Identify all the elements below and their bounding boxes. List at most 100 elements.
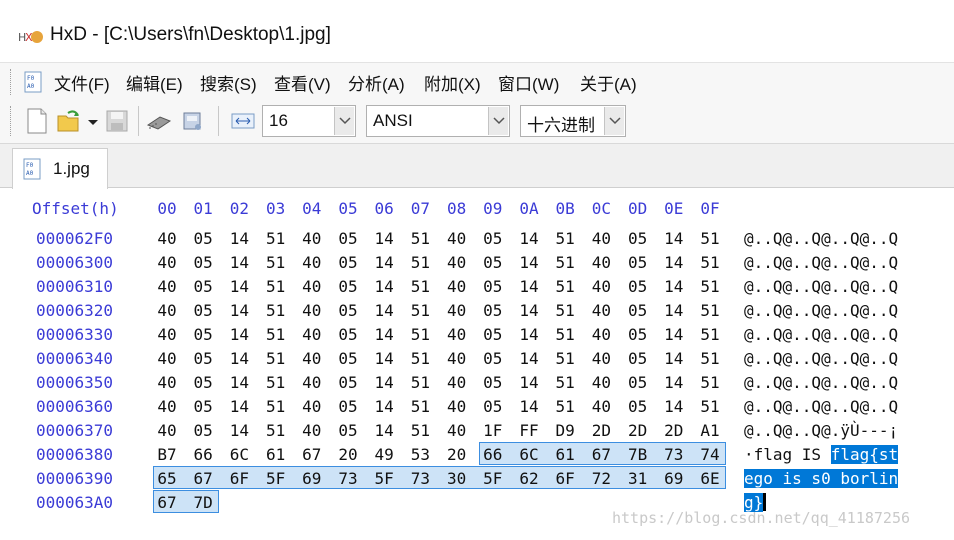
hex-byte[interactable]: 73 — [658, 445, 690, 464]
hex-byte[interactable]: 51 — [549, 301, 581, 320]
ascii-text[interactable]: @..Q@..Q@..Q@..Q — [744, 325, 898, 344]
hex-byte[interactable]: 40 — [151, 373, 183, 392]
chevron-down-icon[interactable] — [604, 107, 624, 135]
hex-byte[interactable]: 2D — [585, 421, 617, 440]
hex-byte[interactable]: 14 — [513, 325, 545, 344]
hex-byte[interactable]: 14 — [223, 253, 255, 272]
hex-byte[interactable]: 05 — [622, 253, 654, 272]
menu-edit[interactable]: 编辑(E) — [126, 70, 183, 95]
hex-byte[interactable]: 14 — [223, 325, 255, 344]
hex-byte[interactable]: 67 — [585, 445, 617, 464]
ascii-text[interactable]: @..Q@..Q@..Q@..Q — [744, 397, 898, 416]
hex-byte[interactable]: 61 — [260, 445, 292, 464]
hex-byte[interactable]: 40 — [296, 349, 328, 368]
hex-byte[interactable]: 40 — [585, 253, 617, 272]
hex-byte[interactable]: 40 — [585, 229, 617, 248]
hex-byte[interactable]: 6C — [223, 445, 255, 464]
hex-byte[interactable]: 14 — [368, 373, 400, 392]
hex-byte[interactable]: 14 — [368, 397, 400, 416]
hex-byte[interactable]: 05 — [187, 373, 219, 392]
ascii-text[interactable]: @..Q@..Q@..Q@..Q — [744, 253, 898, 272]
hex-byte[interactable]: 40 — [151, 253, 183, 272]
hex-byte[interactable]: 51 — [404, 349, 436, 368]
hex-byte[interactable]: 14 — [513, 229, 545, 248]
hex-byte[interactable]: 05 — [332, 349, 364, 368]
hex-byte[interactable]: 05 — [187, 325, 219, 344]
hex-byte[interactable]: 40 — [585, 397, 617, 416]
hex-editor[interactable]: Offset(h) https://blog.csdn.net/qq_41187… — [0, 189, 954, 540]
hex-byte[interactable]: 6E — [694, 469, 726, 488]
hex-byte[interactable]: 66 — [187, 445, 219, 464]
hex-byte[interactable]: 51 — [694, 253, 726, 272]
hex-byte[interactable]: 20 — [332, 445, 364, 464]
hex-byte[interactable]: 05 — [187, 397, 219, 416]
hex-byte[interactable]: 1F — [477, 421, 509, 440]
hex-byte[interactable]: 14 — [658, 253, 690, 272]
hex-byte[interactable]: 40 — [151, 229, 183, 248]
hex-byte[interactable]: 14 — [513, 253, 545, 272]
hex-byte[interactable]: 05 — [622, 325, 654, 344]
hex-byte[interactable]: 51 — [260, 325, 292, 344]
hex-byte[interactable]: 51 — [260, 421, 292, 440]
chevron-down-icon[interactable] — [488, 107, 508, 135]
hex-byte[interactable]: 14 — [223, 421, 255, 440]
hex-byte[interactable]: FF — [513, 421, 545, 440]
hex-byte[interactable]: 51 — [549, 397, 581, 416]
hex-byte[interactable]: 05 — [622, 301, 654, 320]
hex-byte[interactable]: 40 — [151, 301, 183, 320]
hex-byte[interactable]: 51 — [260, 277, 292, 296]
hex-byte[interactable]: 05 — [332, 421, 364, 440]
hex-byte[interactable]: 6F — [549, 469, 581, 488]
hex-byte[interactable]: 40 — [585, 301, 617, 320]
hex-byte[interactable]: 14 — [368, 229, 400, 248]
hex-byte[interactable]: 51 — [260, 301, 292, 320]
hex-byte[interactable]: 51 — [694, 301, 726, 320]
hex-byte[interactable]: 40 — [296, 277, 328, 296]
ascii-text[interactable]: @..Q@..Q@..Q@..Q — [744, 349, 898, 368]
hex-byte[interactable]: 40 — [296, 325, 328, 344]
hex-byte[interactable]: 40 — [441, 325, 473, 344]
hex-byte[interactable]: 40 — [151, 325, 183, 344]
hex-byte[interactable]: 05 — [187, 301, 219, 320]
menu-grip-icon[interactable] — [10, 69, 13, 95]
hex-byte[interactable]: 20 — [441, 445, 473, 464]
hex-byte[interactable]: 05 — [187, 421, 219, 440]
hex-byte[interactable]: 6C — [513, 445, 545, 464]
hex-byte[interactable]: 05 — [477, 397, 509, 416]
hex-byte[interactable]: 14 — [368, 253, 400, 272]
hex-byte[interactable]: 14 — [368, 277, 400, 296]
hex-byte[interactable]: 05 — [477, 325, 509, 344]
hex-byte[interactable]: 40 — [441, 277, 473, 296]
hex-byte[interactable]: 40 — [151, 421, 183, 440]
hex-byte[interactable]: 40 — [151, 277, 183, 296]
hex-byte[interactable]: 6F — [223, 469, 255, 488]
hex-byte[interactable]: 51 — [404, 253, 436, 272]
hex-byte[interactable]: 51 — [549, 325, 581, 344]
ascii-text[interactable]: @..Q@..Q@.ÿÙ---¡ — [744, 421, 898, 440]
hex-byte[interactable]: 53 — [404, 445, 436, 464]
hex-byte[interactable]: 51 — [404, 421, 436, 440]
hex-byte[interactable]: 5F — [368, 469, 400, 488]
hex-byte[interactable]: 40 — [151, 397, 183, 416]
hex-byte[interactable]: 51 — [694, 325, 726, 344]
hex-byte[interactable]: 05 — [622, 397, 654, 416]
new-file-icon[interactable] — [24, 107, 50, 135]
hex-byte[interactable]: 51 — [260, 253, 292, 272]
hex-byte[interactable]: 30 — [441, 469, 473, 488]
hex-byte[interactable]: 14 — [658, 325, 690, 344]
hex-byte[interactable]: 65 — [151, 469, 183, 488]
hex-byte[interactable]: 31 — [622, 469, 654, 488]
hex-byte[interactable]: 14 — [513, 397, 545, 416]
ascii-text[interactable]: g} — [744, 493, 767, 512]
hex-byte[interactable]: 51 — [404, 229, 436, 248]
hex-byte[interactable]: 62 — [513, 469, 545, 488]
hex-byte[interactable]: 14 — [223, 229, 255, 248]
hex-byte[interactable]: 05 — [187, 229, 219, 248]
hex-byte[interactable]: 05 — [477, 253, 509, 272]
hex-byte[interactable]: 05 — [477, 301, 509, 320]
hex-byte[interactable]: 05 — [332, 325, 364, 344]
dropdown-arrow-icon[interactable] — [86, 107, 100, 135]
hex-byte[interactable]: 05 — [332, 301, 364, 320]
hex-byte[interactable]: 51 — [404, 397, 436, 416]
hex-byte[interactable]: 69 — [658, 469, 690, 488]
